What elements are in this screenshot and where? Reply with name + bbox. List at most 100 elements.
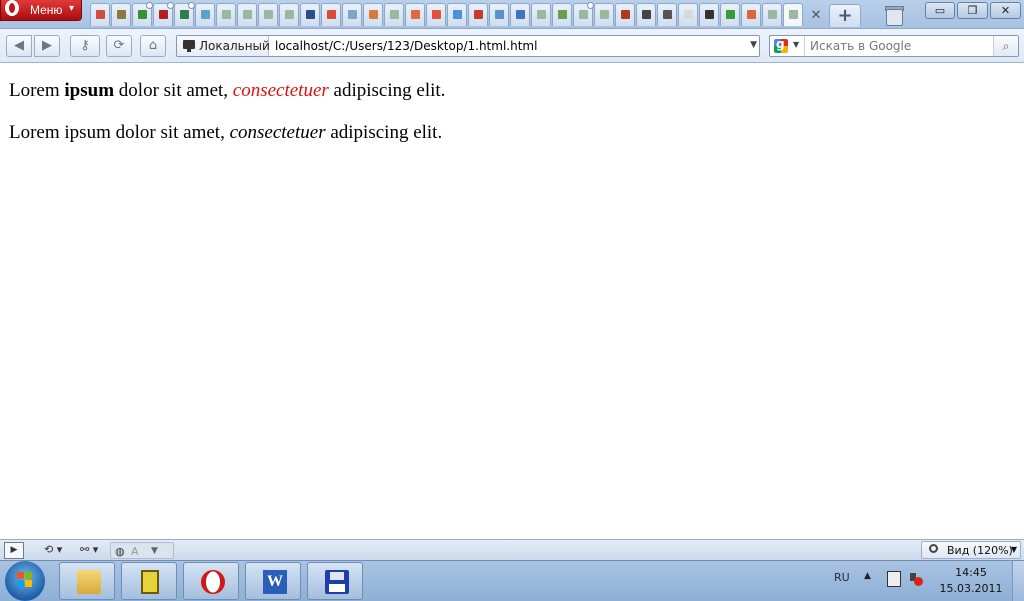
clock[interactable]: 14:45 15.03.2011	[939, 565, 1003, 597]
tab[interactable]	[762, 3, 782, 26]
tab[interactable]	[153, 2, 174, 26]
maximize-button[interactable]: ❐	[957, 2, 988, 19]
network-icon	[141, 570, 159, 594]
turbo-button[interactable]: ◍ A ▼	[110, 542, 174, 559]
tab-favicon-icon	[201, 10, 210, 19]
tab[interactable]	[216, 3, 236, 26]
panel-toggle-icon[interactable]: ▶	[4, 542, 24, 559]
tab-favicon-icon	[432, 10, 441, 19]
tab[interactable]	[531, 3, 551, 26]
tab[interactable]	[237, 3, 257, 26]
chevron-down-icon: ▼	[793, 40, 800, 49]
address-field[interactable]: Локальный localhost/C:/Users/123/Desktop…	[176, 35, 760, 57]
page-content: Lorem ipsum dolor sit amet, consectetuer…	[0, 63, 1024, 539]
tab[interactable]	[447, 3, 467, 26]
address-url[interactable]: localhost/C:/Users/123/Desktop/1.html.ht…	[275, 39, 537, 53]
tab[interactable]	[174, 2, 195, 26]
tab[interactable]	[426, 3, 446, 26]
address-dropdown-icon[interactable]: ▼	[750, 40, 757, 50]
search-icon[interactable]: ⌕	[993, 36, 1018, 56]
tab[interactable]	[132, 2, 153, 26]
tab[interactable]	[636, 3, 656, 26]
tab[interactable]	[111, 3, 131, 26]
taskbar-opera-button[interactable]	[183, 562, 239, 600]
tab-favicon-icon	[369, 10, 378, 19]
show-desktop-button[interactable]	[1012, 561, 1024, 601]
minimize-button[interactable]: ▭	[925, 2, 955, 19]
tab-favicon-icon	[348, 10, 357, 19]
tab-bar: Меню ▾ ✕ + ▭ ❐ ✕	[0, 0, 1024, 29]
taskbar-explorer-button[interactable]	[59, 562, 115, 600]
tab[interactable]	[573, 2, 594, 26]
tab[interactable]	[657, 3, 677, 26]
taskbar-word-button[interactable]: W	[245, 562, 301, 600]
word-icon: W	[263, 570, 287, 594]
menu-label: Меню	[30, 3, 63, 17]
tab[interactable]	[720, 3, 740, 26]
tab[interactable]	[195, 3, 215, 26]
clock-date: 15.03.2011	[939, 582, 1003, 595]
close-tab-icon[interactable]: ✕	[806, 5, 826, 27]
network-tray-icon[interactable]	[887, 571, 901, 587]
start-button[interactable]	[5, 561, 45, 601]
tab[interactable]	[678, 3, 698, 26]
tab[interactable]	[489, 3, 509, 26]
folder-icon	[77, 570, 101, 594]
security-badge-label: Локальный	[199, 39, 270, 53]
tab[interactable]	[300, 3, 320, 26]
key-icon[interactable]: ⚷	[70, 35, 100, 57]
window-close-button[interactable]: ✕	[990, 2, 1021, 19]
search-engine-selector[interactable]: ▼	[770, 36, 805, 56]
taskbar-network-button[interactable]	[121, 562, 177, 600]
language-indicator[interactable]: RU	[834, 571, 850, 584]
turbo-label: A	[131, 545, 139, 558]
tab[interactable]	[783, 3, 803, 26]
home-button[interactable]: ⌂	[140, 35, 166, 57]
forward-button[interactable]: ▶	[34, 35, 60, 57]
tab-favicon-icon	[474, 10, 483, 19]
tab-activity-icon	[146, 2, 153, 9]
tab-favicon-icon	[117, 10, 126, 19]
tab[interactable]	[258, 3, 278, 26]
show-hidden-icons-icon[interactable]: ▲	[864, 571, 871, 581]
unite-icon[interactable]: ⚯ ▾	[80, 542, 106, 559]
turbo-icon: ◍	[115, 545, 125, 558]
chevron-down-icon: ▼	[1010, 545, 1017, 554]
zoom-label: Вид (120%)	[947, 544, 1013, 557]
new-tab-button[interactable]: +	[829, 4, 861, 27]
tab[interactable]	[405, 3, 425, 26]
tab[interactable]	[615, 3, 635, 26]
search-field[interactable]: ▼ Искать в Google ⌕	[769, 35, 1019, 57]
trash-can-icon[interactable]	[884, 4, 904, 26]
tab-favicon-icon	[495, 10, 504, 19]
clock-time: 14:45	[955, 566, 987, 579]
tab[interactable]	[741, 3, 761, 26]
sync-icon[interactable]: ⟲ ▾	[44, 542, 72, 559]
tab[interactable]	[384, 3, 404, 26]
taskbar-save-button[interactable]	[307, 562, 363, 600]
tab-activity-icon	[167, 2, 174, 9]
tab-activity-icon	[188, 2, 195, 9]
tab[interactable]	[699, 3, 719, 26]
tab-favicon-icon	[558, 10, 567, 19]
search-input[interactable]: Искать в Google	[810, 39, 911, 53]
opera-logo-icon	[5, 0, 19, 16]
tab[interactable]	[552, 3, 572, 26]
security-badge[interactable]: Локальный	[177, 36, 270, 56]
tab[interactable]	[321, 3, 341, 26]
tab[interactable]	[594, 3, 614, 26]
zoom-control[interactable]: Вид (120%) ▼	[921, 541, 1021, 559]
zoom-icon	[929, 544, 938, 553]
tab[interactable]	[279, 3, 299, 26]
back-button[interactable]: ◀	[6, 35, 32, 57]
tab-favicon-icon	[327, 10, 336, 19]
tab-favicon-icon	[579, 10, 588, 19]
tab[interactable]	[90, 3, 110, 26]
tab[interactable]	[342, 3, 362, 26]
tab[interactable]	[363, 3, 383, 26]
paragraph-1: Lorem ipsum dolor sit amet, consectetuer…	[9, 80, 446, 101]
tab[interactable]	[510, 3, 530, 26]
reload-button[interactable]: ⟳	[106, 35, 132, 57]
opera-menu-button[interactable]: Меню ▾	[0, 0, 82, 21]
tab[interactable]	[468, 3, 488, 26]
